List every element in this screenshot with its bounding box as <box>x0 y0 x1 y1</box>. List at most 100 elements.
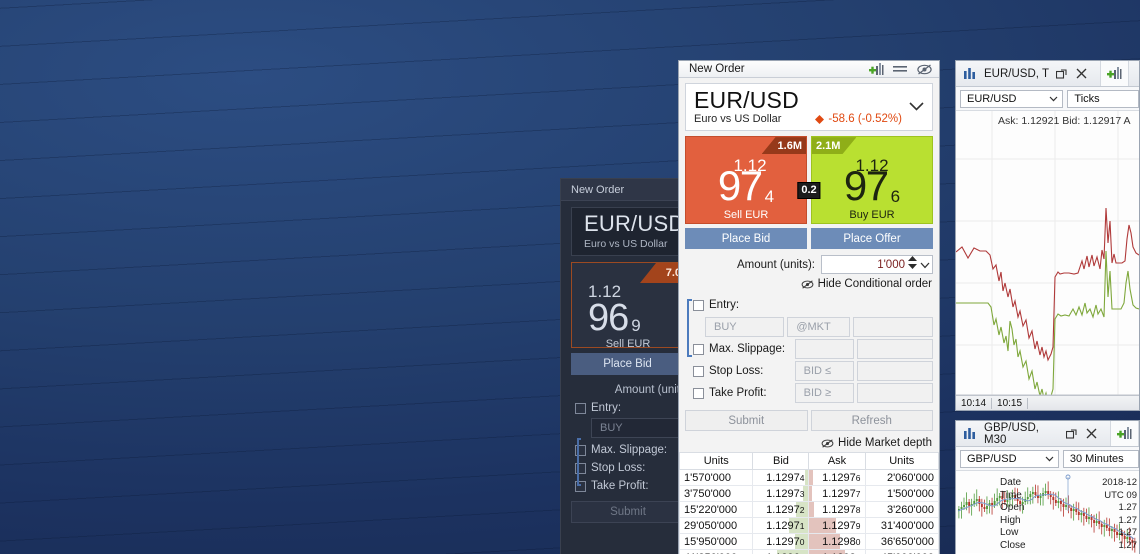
ohlc-label: Open <box>1000 502 1025 514</box>
background-new-order-window[interactable]: New Order EUR/USD Euro vs US Dollar 7.0 … <box>560 178 684 554</box>
entry-price-input[interactable]: @MKT <box>787 317 850 338</box>
amount-value: 1'000 <box>877 258 905 271</box>
chart1-period-select[interactable]: Ticks <box>1067 89 1139 108</box>
place-bid-button[interactable]: Place Bid <box>685 228 807 250</box>
symbol-selector[interactable]: EUR/USD Euro vs US Dollar -58.6 (-0.52%) <box>685 83 933 132</box>
new-chart-tab-icon[interactable] <box>1099 61 1129 86</box>
chart2-period-select[interactable]: 30 Minutes <box>1062 449 1139 468</box>
slippage-extra-input[interactable] <box>856 339 933 360</box>
cell-ask[interactable]: 1.12977 <box>808 485 866 503</box>
take-profit-row[interactable]: Take Profit: BID ≥ <box>685 383 933 404</box>
dark-symbol-selector[interactable]: EUR/USD Euro vs US Dollar <box>571 207 684 256</box>
price-tiles: 1.6M 1.12 97 4 Sell EUR 0.2 2.1M 1.12 97… <box>685 136 933 225</box>
cell-ask[interactable]: 1.12976 <box>808 469 866 487</box>
sell-price-tile[interactable]: 1.6M 1.12 97 4 Sell EUR <box>685 136 807 225</box>
cell-ask[interactable]: 1.12980 <box>808 533 866 551</box>
dark-sell-price-fraction: 9 <box>631 316 641 336</box>
sell-price-fraction: 4 <box>764 187 775 207</box>
entry-extra-input[interactable] <box>852 317 934 338</box>
dark-entry-side-input[interactable]: BUY <box>591 418 684 438</box>
cell-bid[interactable]: 1.12973 <box>752 485 810 503</box>
cell-ask-units: 45'000'000 <box>864 549 939 554</box>
cell-ask-units: 31'400'000 <box>864 517 939 535</box>
cell-bid-units: 3'750'000 <box>679 485 754 503</box>
cell-bid[interactable]: 1.12974 <box>752 469 810 487</box>
gbpusd-m30-chart-window[interactable]: GBP/USD, M30 GBP/USD 30 Minutes Date Tim… <box>955 420 1140 554</box>
spinner-icon[interactable] <box>908 255 917 274</box>
chart1-time-axis: 10:14 10:15 <box>956 395 1139 410</box>
new-chart-tab-icon[interactable] <box>1110 421 1139 446</box>
chart1-tab-label[interactable]: EUR/USD, T <box>984 68 1049 80</box>
buy-volume-badge: 2.1M <box>812 137 856 154</box>
cell-bid[interactable]: 1.12969 <box>752 549 810 554</box>
col-ask: Ask <box>808 452 866 471</box>
close-icon[interactable] <box>1084 428 1099 439</box>
buy-price-fraction: 6 <box>890 187 901 207</box>
new-order-window[interactable]: New Order EUR/USD Euro vs US Dollar -58.… <box>678 60 940 554</box>
cell-bid[interactable]: 1.12971 <box>752 517 810 535</box>
undock-icon[interactable] <box>1054 68 1069 79</box>
take-profit-input[interactable]: BID ≥ <box>794 383 854 404</box>
table-row[interactable]: 29'050'000 1.12971 1.12979 31'400'000 <box>679 517 939 535</box>
slippage-row[interactable]: Max. Slippage: <box>685 339 933 360</box>
eye-hide-icon[interactable] <box>915 61 933 77</box>
slippage-input[interactable] <box>794 339 854 360</box>
ohlc-value: 1.27 <box>1118 502 1138 514</box>
add-chart-icon[interactable] <box>867 61 885 77</box>
table-row[interactable]: 1'570'000 1.12974 1.12976 2'060'000 <box>679 469 939 487</box>
cell-ask[interactable]: 1.12981 <box>808 549 866 554</box>
dark-entry-row[interactable]: Entry: <box>561 396 684 414</box>
cell-ask[interactable]: 1.12979 <box>808 517 866 535</box>
ohlc-value: 2018-12 <box>1102 477 1137 488</box>
stop-loss-checkbox[interactable] <box>693 365 704 377</box>
stop-loss-input[interactable]: BID ≤ <box>794 361 854 382</box>
dark-amount-label: Amount (unit <box>614 384 680 396</box>
table-row[interactable]: 15'220'000 1.12972 1.12978 3'260'000 <box>679 501 939 519</box>
dark-entry-label: Entry: <box>591 402 622 414</box>
dark-sell-price-tile[interactable]: 7.0 1.12 96 9 Sell EUR <box>571 262 684 348</box>
place-offer-button[interactable]: Place Offer <box>811 228 933 250</box>
chevron-down-icon[interactable] <box>909 98 924 116</box>
dark-entry-checkbox[interactable] <box>575 402 586 414</box>
amount-input[interactable]: 1'000 <box>821 255 933 275</box>
market-depth-table[interactable]: Units Bid Ask Units 1'570'000 1.12974 1.12… <box>679 452 939 554</box>
take-profit-checkbox[interactable] <box>693 387 704 399</box>
dark-window-title: New Order <box>571 183 625 196</box>
take-profit-extra-input[interactable] <box>856 383 933 404</box>
col-bid-units: Units <box>679 452 754 471</box>
submit-button[interactable]: Submit <box>685 410 808 432</box>
cell-bid[interactable]: 1.12970 <box>752 533 810 551</box>
entry-fields: BUY @MKT <box>685 317 934 338</box>
chart1-time-tick-1: 10:15 <box>992 397 1029 409</box>
close-icon[interactable] <box>1074 68 1089 79</box>
hide-conditional-order-link[interactable]: Hide Conditional order <box>679 278 932 290</box>
amount-dropdown-icon[interactable] <box>920 256 930 274</box>
chart2-tab-label[interactable]: GBP/USD, M30 <box>984 422 1059 446</box>
stop-loss-extra-input[interactable] <box>856 361 933 382</box>
table-row[interactable]: 3'750'000 1.12973 1.12977 1'500'000 <box>679 485 939 503</box>
entry-checkbox[interactable] <box>693 299 704 311</box>
chart2-plot-area[interactable]: DateTimeOpenHighLowCloseVolume 2018-12UT… <box>956 471 1139 553</box>
entry-side-input[interactable]: BUY <box>705 317 785 338</box>
stop-loss-label: Stop Loss: <box>709 365 764 378</box>
chart1-symbol-select[interactable]: EUR/USD <box>960 89 1064 108</box>
cell-ask[interactable]: 1.12978 <box>808 501 866 519</box>
stop-loss-row[interactable]: Stop Loss: BID ≤ <box>685 361 933 382</box>
cell-ask-units: 3'260'000 <box>864 501 939 519</box>
hide-market-depth-link[interactable]: Hide Market depth <box>679 437 932 449</box>
buy-price-tile[interactable]: 2.1M 1.12 97 6 Buy EUR <box>811 136 933 225</box>
entry-row[interactable]: Entry: <box>685 295 933 315</box>
ohlc-label: High <box>1000 514 1021 526</box>
chart2-symbol-select[interactable]: GBP/USD <box>960 449 1059 468</box>
undock-icon[interactable] <box>1064 428 1079 439</box>
chart1-plot-area[interactable]: Ask: 1.12921 Bid: 1.12917 A 10:14 10:15 <box>956 111 1139 410</box>
table-row[interactable]: 15'950'000 1.12970 1.12980 36'650'000 <box>679 533 939 551</box>
eurusd-tick-chart-window[interactable]: EUR/USD, T EUR/USD Ticks Ask: 1.12921 Bi… <box>955 60 1140 411</box>
cell-bid[interactable]: 1.12972 <box>752 501 810 519</box>
dark-submit-button[interactable]: Submit <box>571 501 684 523</box>
dark-place-bid-button[interactable]: Place Bid <box>571 353 684 375</box>
table-row[interactable]: 41'250'0001.129691.1298145'000'000 <box>679 549 939 554</box>
refresh-button[interactable]: Refresh <box>810 410 933 432</box>
hamburger-icon[interactable] <box>891 61 909 77</box>
slippage-checkbox[interactable] <box>693 343 704 355</box>
